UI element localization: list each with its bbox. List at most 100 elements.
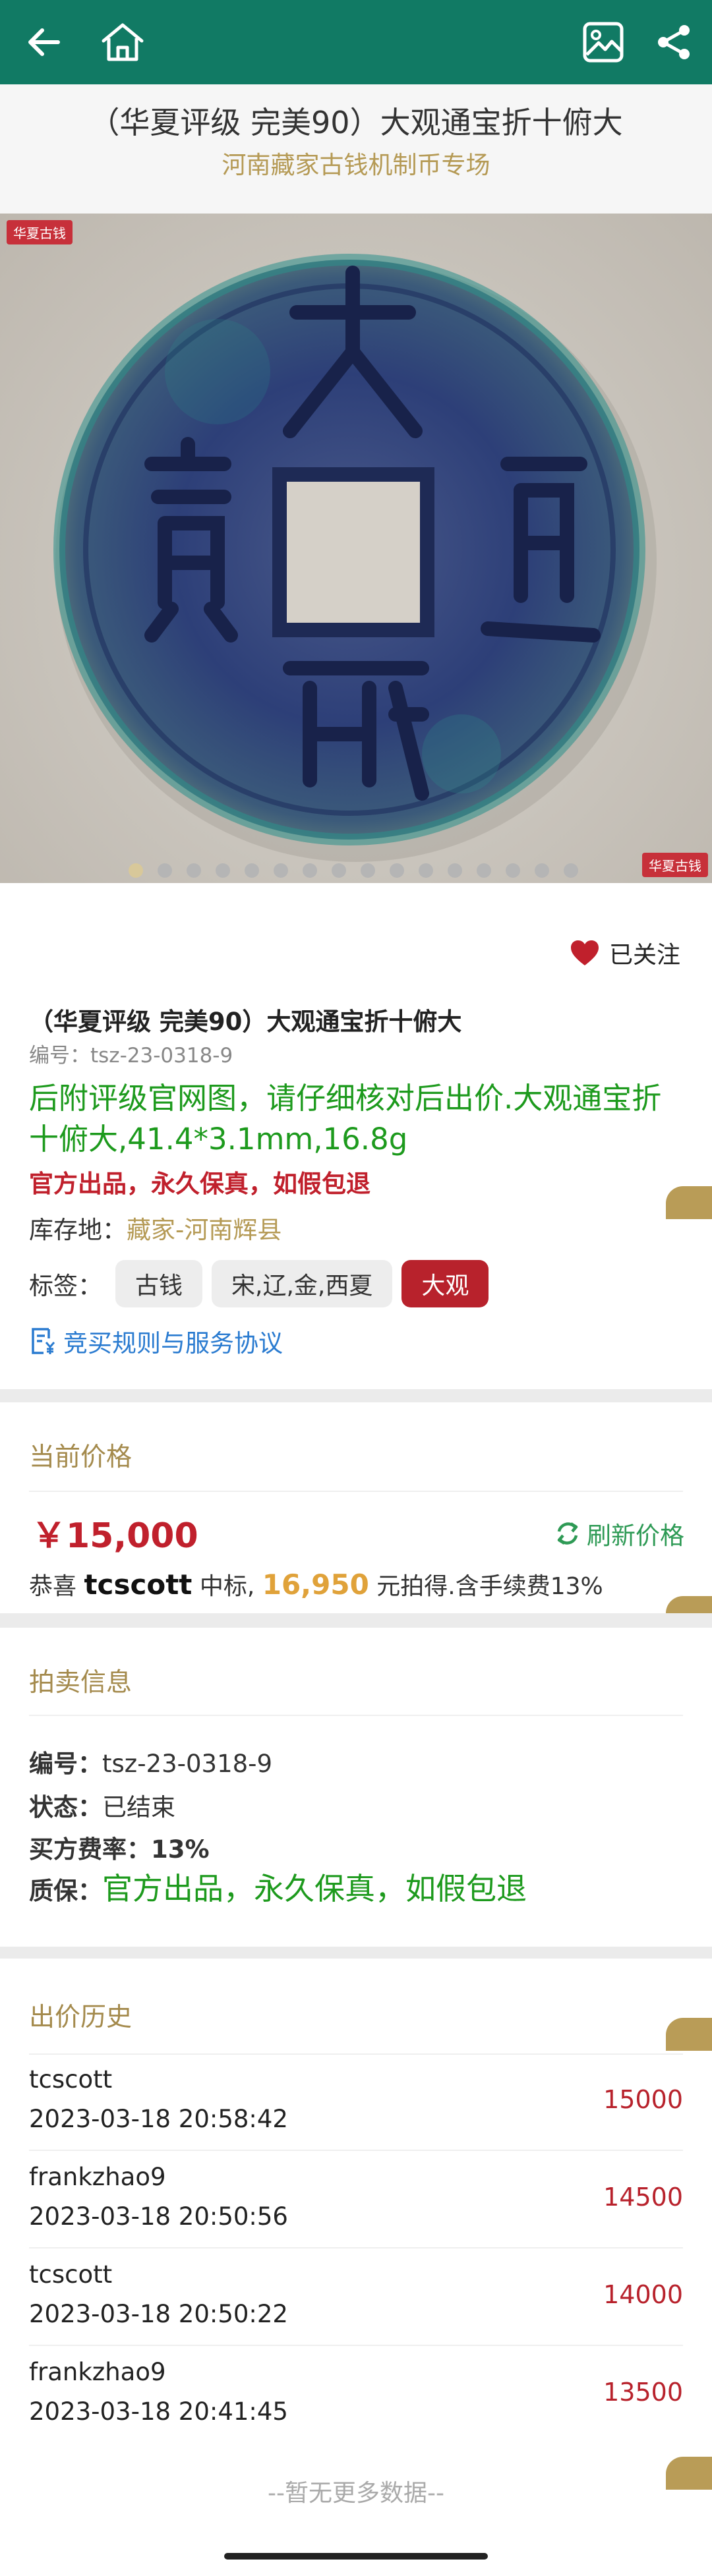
auction-info-card: 拍卖信息 编号：tsz-23-0318-9 状态：已结束 买方费率：13% 质保… xyxy=(0,1628,712,1947)
product-code: 编号：tsz-23-0318-9 xyxy=(29,1044,233,1068)
page-subtitle[interactable]: 河南藏家古钱机制币专场 xyxy=(0,145,712,181)
tags-row: 标签： 古钱 宋,辽,金,西夏 大观 xyxy=(29,1260,489,1307)
coin-image xyxy=(53,254,657,862)
carousel-dot[interactable] xyxy=(303,863,317,878)
product-card: 已关注 （华夏评级 完美90）大观通宝折十俯大 编号：tsz-23-0318-9… xyxy=(0,883,712,1389)
price-heading: 当前价格 xyxy=(29,1443,133,1472)
follow-button[interactable]: 已关注 xyxy=(570,936,680,970)
product-title: （华夏评级 完美90）大观通宝折十俯大 xyxy=(29,1008,462,1036)
carousel-dot[interactable] xyxy=(477,863,491,878)
info-code-label: 编号： xyxy=(29,1750,102,1778)
home-button[interactable] xyxy=(96,16,149,69)
carousel-dot[interactable] xyxy=(535,863,549,878)
current-price: ￥15,000 xyxy=(32,1516,198,1556)
page-title: （华夏评级 完美90）大观通宝折十俯大 xyxy=(89,105,623,140)
floating-side-tab[interactable] xyxy=(666,1596,712,1613)
carousel-dot[interactable] xyxy=(564,863,578,878)
info-code-value: tsz-23-0318-9 xyxy=(102,1750,273,1778)
top-nav-bar xyxy=(0,0,712,84)
carousel-dot[interactable] xyxy=(216,863,230,878)
bid-row: frankzhao9 2023-03-18 20:50:56 14500 xyxy=(0,2152,712,2248)
winner-user: tcscott xyxy=(84,1568,193,1601)
bid-time: 2023-03-18 20:50:22 xyxy=(29,2300,288,2328)
bid-amount: 13500 xyxy=(603,2378,683,2407)
back-arrow-icon xyxy=(28,28,60,56)
share-button[interactable] xyxy=(647,16,700,69)
floating-side-tab[interactable] xyxy=(666,2018,712,2051)
document-yen-icon xyxy=(32,1328,55,1354)
divider xyxy=(29,1715,683,1716)
bid-user: tcscott xyxy=(29,2065,113,2094)
bid-time: 2023-03-18 20:58:42 xyxy=(29,2105,288,2133)
tag-chip[interactable]: 古钱 xyxy=(115,1260,203,1307)
info-status-value: 已结束 xyxy=(102,1793,175,1821)
no-more-data: --暂无更多数据-- xyxy=(268,2480,444,2507)
bid-amount: 15000 xyxy=(603,2085,683,2114)
bid-amount: 14500 xyxy=(603,2183,683,2212)
info-fee-value: 13% xyxy=(151,1835,210,1864)
storage-location: 库存地：藏家-河南辉县 xyxy=(29,1210,282,1245)
price-card: 当前价格 ￥15,000 刷新价格 恭喜 tcscott 中标, 16,950 … xyxy=(0,1402,712,1613)
bid-row: tcscott 2023-03-18 20:50:22 14000 xyxy=(0,2250,712,2346)
watermark-logo-bottom: 华夏古钱 xyxy=(642,853,708,877)
storage-label: 库存地： xyxy=(29,1216,127,1244)
bid-time: 2023-03-18 20:41:45 xyxy=(29,2397,288,2426)
divider xyxy=(29,2345,683,2346)
carousel-dot[interactable] xyxy=(274,863,288,878)
info-warranty-value: 官方出品，永久保真，如假包退 xyxy=(102,1871,527,1906)
storage-value[interactable]: 藏家-河南辉县 xyxy=(127,1216,282,1244)
tag-chip[interactable]: 宋,辽,金,西夏 xyxy=(212,1260,393,1307)
info-fee-row: 买方费率：13% xyxy=(29,1829,210,1865)
home-icon xyxy=(102,23,144,61)
bid-time: 2023-03-18 20:50:56 xyxy=(29,2202,288,2231)
gallery-button[interactable] xyxy=(577,16,630,69)
carousel-dot[interactable] xyxy=(419,863,433,878)
bid-history-heading: 出价历史 xyxy=(29,2003,133,2032)
image-gallery-icon xyxy=(583,22,624,63)
guarantee-text: 官方出品，永久保真，如假包退 xyxy=(29,1170,371,1198)
home-indicator[interactable] xyxy=(224,2553,488,2560)
share-icon xyxy=(658,25,690,59)
back-button[interactable] xyxy=(17,16,70,69)
winner-prefix: 恭喜 xyxy=(29,1573,77,1600)
carousel-dot[interactable] xyxy=(332,863,346,878)
bid-user: tcscott xyxy=(29,2260,113,2289)
info-code-row: 编号：tsz-23-0318-9 xyxy=(29,1744,272,1779)
follow-label: 已关注 xyxy=(608,942,680,969)
carousel-dot[interactable] xyxy=(506,863,520,878)
title-area: （华夏评级 完美90）大观通宝折十俯大 河南藏家古钱机制币专场 xyxy=(0,84,712,214)
floating-side-tab[interactable] xyxy=(666,1186,712,1219)
info-status-label: 状态： xyxy=(29,1793,102,1821)
watermark-logo: 华夏古钱 xyxy=(7,220,73,244)
rules-link-label: 竞买规则与服务协议 xyxy=(63,1329,283,1358)
bid-row: frankzhao9 2023-03-18 20:41:45 13500 xyxy=(0,2347,712,2444)
bid-row: tcscott 2023-03-18 20:58:42 15000 xyxy=(0,2055,712,2151)
carousel-dot[interactable] xyxy=(390,863,404,878)
carousel-dot[interactable] xyxy=(245,863,259,878)
winner-suffix: 元拍得.含手续费13% xyxy=(376,1573,603,1600)
refresh-price-button[interactable]: 刷新价格 xyxy=(555,1516,684,1551)
divider xyxy=(29,2150,683,2151)
carousel-dot[interactable] xyxy=(129,863,143,878)
winner-text: 恭喜 tcscott 中标, 16,950 元拍得.含手续费13% xyxy=(29,1567,603,1601)
auction-info-heading: 拍卖信息 xyxy=(29,1668,133,1698)
carousel-dot[interactable] xyxy=(158,863,172,878)
product-image[interactable]: 华夏古钱 华夏古钱 xyxy=(0,214,712,883)
bid-user: frankzhao9 xyxy=(29,2358,166,2386)
refresh-label: 刷新价格 xyxy=(587,1522,684,1550)
heart-icon xyxy=(570,940,599,965)
tag-chip-highlight[interactable]: 大观 xyxy=(401,1260,489,1307)
winner-amount: 16,950 xyxy=(262,1568,369,1601)
tags-label: 标签： xyxy=(29,1272,102,1300)
info-warranty-row: 质保：官方出品，永久保真，如假包退 xyxy=(29,1865,527,1908)
winner-mid: 中标, xyxy=(199,1573,255,1600)
divider xyxy=(29,1491,683,1492)
bid-amount: 14000 xyxy=(603,2280,683,2309)
carousel-dot[interactable] xyxy=(448,863,462,878)
carousel-dot[interactable] xyxy=(187,863,201,878)
carousel-dot[interactable] xyxy=(361,863,375,878)
rules-link[interactable]: 竞买规则与服务协议 xyxy=(29,1323,283,1359)
info-warranty-label: 质保： xyxy=(29,1877,102,1905)
carousel-indicator xyxy=(129,863,578,879)
info-status-row: 状态：已结束 xyxy=(29,1787,175,1823)
